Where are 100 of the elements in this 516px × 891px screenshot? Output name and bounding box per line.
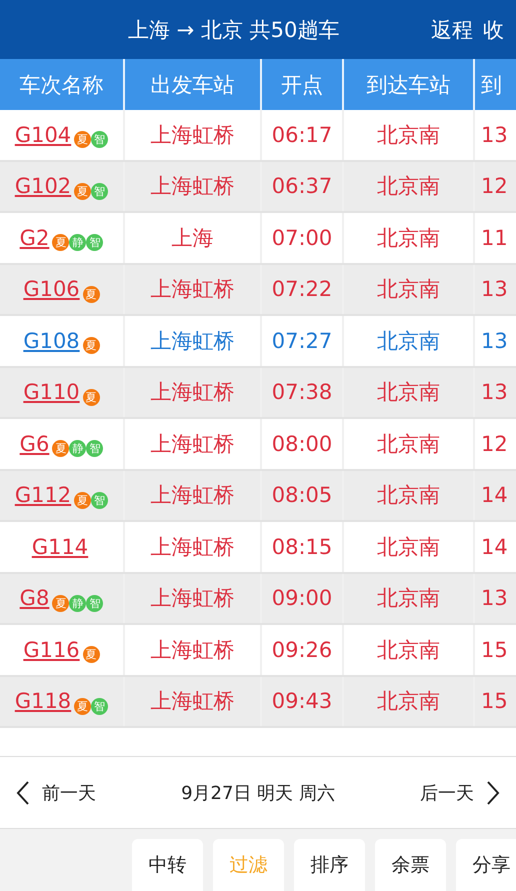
table-cell-text: 北京南: [377, 534, 440, 561]
train-tag: 智: [86, 594, 104, 612]
header-action[interactable]: 返程: [431, 16, 473, 44]
train-tag: 智: [91, 182, 108, 200]
train-row[interactable]: G112 夏 智 上海虹桥 08:05 北京南 14: [0, 470, 516, 522]
table-cell: 06:17: [272, 122, 332, 147]
table-cell: 09:43: [272, 689, 332, 714]
train-tag: 夏: [82, 286, 100, 303]
table-cell-text: 上海虹桥: [150, 276, 234, 304]
train-tag: 静: [69, 234, 86, 252]
train-row[interactable]: G8 夏 静 智 上海虹桥 09:00 北京南 13: [0, 574, 516, 625]
train-tag: 夏: [74, 492, 92, 509]
table-cell-text: 上海虹桥: [150, 534, 234, 561]
train-tag: 夏: [52, 440, 70, 458]
train-row[interactable]: G2 夏 静 智 上海 07:00 北京南 11: [0, 213, 516, 264]
train-tag: 夏: [52, 594, 70, 612]
table-cell: 14: [481, 534, 508, 559]
train-number[interactable]: G108: [23, 328, 80, 353]
table-cell: 08:15: [272, 534, 332, 559]
table-cell: 15: [481, 638, 508, 662]
train-number[interactable]: G104: [14, 122, 72, 147]
table-cell: 13: [481, 122, 508, 147]
table-cell: 13: [481, 586, 508, 610]
train-tag: 智: [91, 131, 108, 148]
train-tag: 智: [91, 492, 108, 509]
table-cell: 12: [481, 432, 508, 456]
table-cell-text: 北京南: [377, 585, 440, 612]
table-cell: 14: [481, 483, 508, 508]
train-tag: 智: [91, 698, 108, 715]
train-number[interactable]: G106: [23, 277, 80, 302]
table-cell: 07:22: [272, 277, 332, 302]
table-cell: 07:00: [272, 226, 332, 250]
train-number[interactable]: G102: [14, 174, 72, 198]
table-cell-text: 上海虹桥: [150, 482, 234, 510]
table-cell: 09:26: [272, 638, 332, 662]
train-row[interactable]: G108 夏 上海虹桥 07:27 北京南 13: [0, 316, 516, 368]
toolbar-button[interactable]: 排序: [294, 839, 365, 891]
table-cell-text: 北京南: [377, 276, 440, 304]
table-cell-text: 北京南: [377, 122, 440, 149]
table-cell: 13: [481, 380, 508, 404]
table-cell-text: 北京南: [377, 328, 440, 355]
next-day-button[interactable]: 后一天: [420, 780, 500, 806]
train-number[interactable]: G2: [20, 226, 50, 250]
table-cell-text: 上海虹桥: [150, 173, 234, 200]
train-number[interactable]: G6: [20, 432, 50, 456]
train-tag: 智: [86, 440, 104, 458]
table-cell: 09:00: [272, 586, 332, 610]
column-header[interactable]: 到: [475, 59, 516, 110]
table-cell-text: 上海: [172, 224, 214, 252]
table-cell: 13: [481, 277, 508, 302]
train-number[interactable]: G116: [23, 638, 80, 662]
header-action[interactable]: 收: [483, 16, 504, 44]
table-cell: 15: [481, 689, 508, 714]
train-row[interactable]: G118 夏 智 上海虹桥 09:43 北京南 15: [0, 676, 516, 728]
toolbar-button[interactable]: 中转: [132, 839, 203, 891]
previous-day-button[interactable]: 前一天: [16, 780, 96, 806]
train-row[interactable]: G116 夏 上海虹桥 09:26 北京南 15: [0, 625, 516, 676]
train-tag: 夏: [74, 698, 92, 715]
train-row[interactable]: G106 夏 上海虹桥 07:22 北京南 13: [0, 264, 516, 316]
table-cell-text: 上海虹桥: [150, 585, 234, 612]
table-cell-text: 北京南: [377, 430, 440, 458]
date-label[interactable]: 9月27日 明天 周六: [181, 780, 335, 804]
table-cell: 07:38: [272, 380, 332, 404]
table-cell-text: 上海虹桥: [150, 379, 234, 406]
table-cell-text: 北京南: [377, 688, 440, 716]
train-number[interactable]: G110: [23, 380, 80, 404]
train-row[interactable]: G104 夏 智 上海虹桥 06:17 北京南 13: [0, 110, 516, 162]
table-cell-text: 北京南: [377, 636, 440, 664]
train-tag: 夏: [82, 337, 100, 354]
train-tag: 夏: [52, 234, 70, 252]
train-number[interactable]: G118: [14, 689, 72, 714]
train-tag: 夏: [74, 131, 92, 148]
table-cell-text: 北京南: [377, 379, 440, 406]
chevron-right-icon: [486, 780, 500, 806]
table-cell-text: 上海虹桥: [150, 328, 234, 355]
train-number[interactable]: G112: [14, 483, 72, 508]
train-number[interactable]: G8: [20, 586, 50, 610]
table-cell: 08:00: [272, 432, 332, 456]
table-cell-text: 上海虹桥: [150, 636, 234, 664]
train-row[interactable]: G6 夏 静 智 上海虹桥 08:00 北京南 12: [0, 419, 516, 470]
train-tag: 智: [86, 234, 104, 252]
train-tag: 夏: [82, 388, 100, 406]
table-cell-text: 上海虹桥: [150, 688, 234, 716]
train-row[interactable]: G102 夏 智 上海虹桥 06:37 北京南 12: [0, 162, 516, 213]
train-tag: 夏: [74, 182, 92, 200]
train-row[interactable]: G114 上海虹桥 08:15 北京南 14: [0, 522, 516, 574]
train-row[interactable]: G110 夏 上海虹桥 07:38 北京南 13: [0, 368, 516, 419]
chevron-left-icon: [16, 780, 30, 806]
table-cell-text: 上海虹桥: [150, 430, 234, 458]
table-cell-text: 北京南: [377, 482, 440, 510]
table-cell-text: 北京南: [377, 173, 440, 200]
table-cell: 11: [481, 226, 508, 250]
toolbar-button[interactable]: 分享: [456, 839, 516, 891]
route-title: 上海 → 北京 共50趟车: [128, 16, 340, 44]
table-cell: 07:27: [272, 328, 332, 353]
train-number[interactable]: G114: [32, 534, 88, 559]
train-tag: 静: [69, 440, 86, 458]
toolbar-button[interactable]: 余票: [375, 839, 446, 891]
table-cell-text: 上海虹桥: [150, 122, 234, 149]
table-cell: 13: [481, 328, 508, 353]
